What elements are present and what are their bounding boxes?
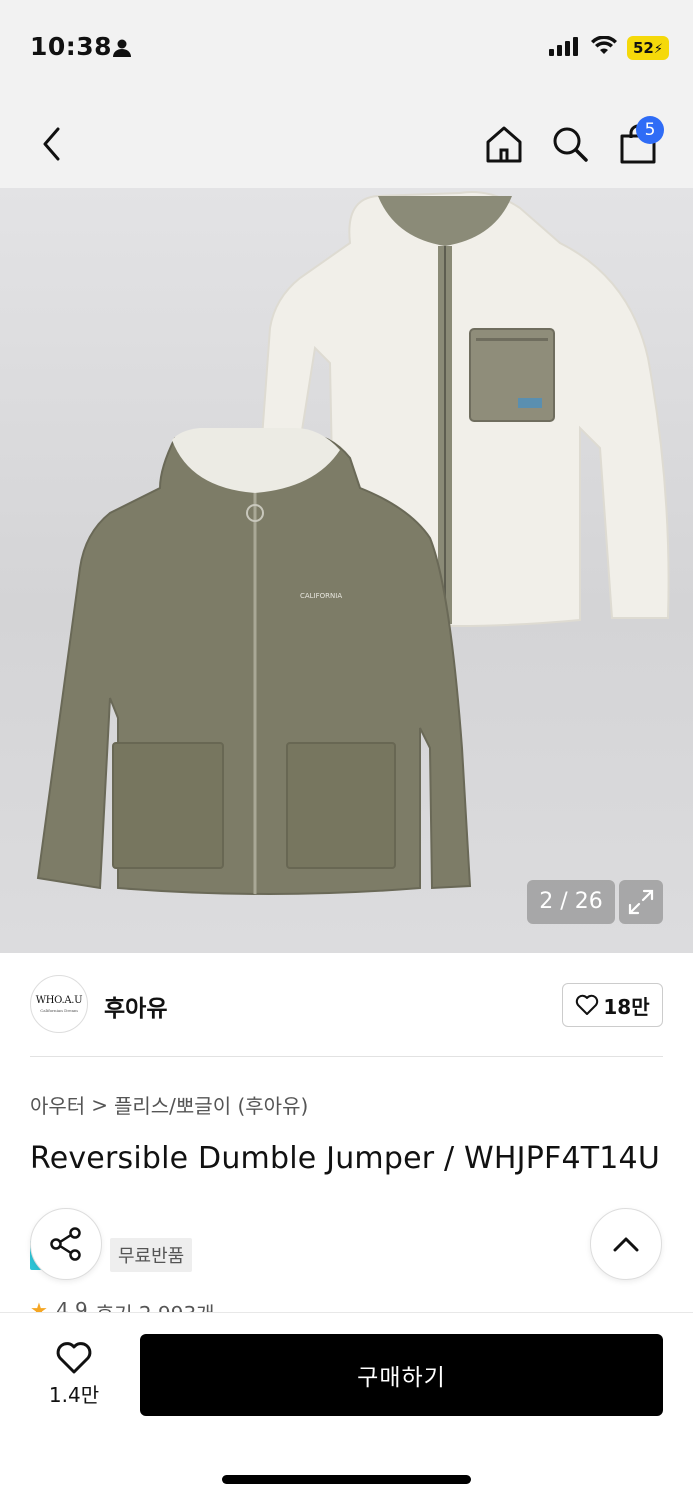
battery-indicator: 52⚡ bbox=[626, 36, 669, 60]
cart-count-badge: 5 bbox=[636, 116, 664, 144]
back-button[interactable] bbox=[24, 116, 80, 172]
heart-icon bbox=[576, 994, 599, 1015]
breadcrumb-subcategory[interactable]: 플리스/뽀글이 (후아유) bbox=[114, 1090, 308, 1119]
brand-row: WHO.A.U Californian Dream 후아유 18만 bbox=[30, 975, 663, 1035]
battery-level: 52 bbox=[632, 39, 654, 57]
bottom-action-bar: 1.4만 구매하기 bbox=[0, 1312, 693, 1500]
divider bbox=[30, 1056, 663, 1057]
product-title: Reversible Dumble Jumper / WHJPF4T14U bbox=[30, 1141, 661, 1176]
breadcrumb: 아우터 > 플리스/뽀글이 (후아유) bbox=[30, 1090, 308, 1119]
status-indicators: 52⚡ bbox=[548, 35, 669, 60]
heart-icon bbox=[56, 1342, 92, 1374]
share-button[interactable] bbox=[30, 1208, 102, 1280]
product-like-button[interactable]: 1.4만 bbox=[38, 1341, 110, 1413]
star-icon: ★ bbox=[30, 1298, 48, 1312]
home-icon bbox=[486, 126, 522, 163]
buy-button[interactable]: 구매하기 bbox=[140, 1334, 663, 1416]
breadcrumb-separator: > bbox=[91, 1092, 108, 1117]
review-rating: 4.9 bbox=[55, 1298, 88, 1312]
chevron-left-icon bbox=[43, 127, 60, 161]
review-summary[interactable]: ★ 4.9 후기 2,993개 bbox=[30, 1298, 215, 1312]
brand-logo-text: WHO.A.U bbox=[35, 995, 83, 1006]
free-return-tag: 무료반품 bbox=[110, 1238, 193, 1272]
cart-button[interactable]: 5 bbox=[610, 116, 666, 172]
review-count: 후기 2,993개 bbox=[96, 1298, 215, 1312]
expand-icon bbox=[628, 889, 654, 915]
product-photo: CALIFORNIA bbox=[36, 191, 670, 895]
search-button[interactable] bbox=[542, 116, 598, 172]
brand-like-count: 18만 bbox=[603, 994, 650, 1019]
brand-name[interactable]: 후아유 bbox=[104, 989, 167, 1023]
person-icon bbox=[112, 38, 132, 62]
cellular-signal-icon bbox=[548, 36, 581, 60]
gallery-page-indicator: 2 / 26 bbox=[527, 880, 615, 924]
product-like-count: 1.4만 bbox=[48, 1383, 100, 1407]
home-indicator bbox=[222, 1475, 471, 1484]
expand-image-button[interactable] bbox=[619, 880, 663, 924]
home-button[interactable] bbox=[476, 116, 532, 172]
brand-logo-subtext: Californian Dream bbox=[40, 1008, 78, 1013]
search-icon bbox=[553, 127, 588, 162]
status-time: 10:38 bbox=[30, 32, 113, 61]
app-header: 5 bbox=[0, 100, 693, 188]
share-icon bbox=[50, 1227, 81, 1261]
charging-icon: ⚡ bbox=[653, 42, 663, 57]
product-image-gallery[interactable]: CALIFORNIA bbox=[0, 188, 693, 953]
jacket-print-text: CALIFORNIA bbox=[300, 592, 342, 600]
status-bar: 10:38 52⚡ bbox=[0, 0, 693, 100]
brand-logo[interactable]: WHO.A.U Californian Dream bbox=[30, 975, 88, 1033]
scroll-to-top-button[interactable] bbox=[590, 1208, 662, 1280]
wifi-icon bbox=[590, 35, 617, 60]
breadcrumb-category[interactable]: 아우터 bbox=[30, 1090, 85, 1119]
chevron-up-icon bbox=[613, 1237, 639, 1252]
brand-like-button[interactable]: 18만 bbox=[562, 983, 663, 1027]
